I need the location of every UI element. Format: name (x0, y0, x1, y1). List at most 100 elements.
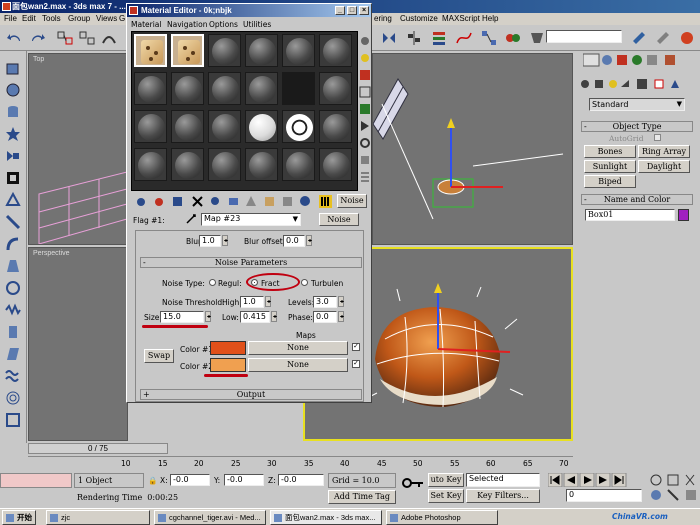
sunlight-button[interactable]: Sunlight (584, 160, 636, 173)
create-camera-icon[interactable] (4, 147, 22, 165)
blur-spinner[interactable] (222, 235, 228, 246)
menu-help[interactable]: Help (482, 13, 498, 25)
low-spinner[interactable] (271, 311, 277, 322)
mirror-icon[interactable] (380, 29, 398, 47)
sample-slot[interactable] (282, 34, 315, 67)
bind-spacewarp-icon[interactable] (100, 29, 118, 47)
create-sphere-icon[interactable] (4, 81, 22, 99)
sample-slot[interactable] (282, 110, 315, 143)
size-field[interactable]: 15.0 (160, 311, 204, 323)
add-time-tag-button[interactable]: Add Time Tag (328, 490, 396, 504)
taper-modifier-icon[interactable] (4, 257, 22, 275)
noise-parameters-rollout[interactable]: - Noise Parameters (140, 257, 362, 268)
sample-slot-active[interactable] (171, 34, 204, 67)
assign-material-icon[interactable] (171, 195, 184, 208)
key-icon[interactable] (402, 477, 424, 489)
menu-views[interactable]: Views (96, 13, 117, 25)
create-shape-icon[interactable] (4, 191, 22, 209)
time-slider[interactable]: 0 / 75 (28, 443, 168, 454)
output-rollout[interactable]: + Output (140, 389, 362, 400)
phase-spinner[interactable] (338, 311, 344, 322)
layer-manager-icon[interactable] (430, 29, 448, 47)
ripple-modifier-icon[interactable] (4, 389, 22, 407)
color2-map-button[interactable]: None (248, 358, 348, 372)
current-frame-field[interactable]: 0 (566, 489, 642, 502)
menu-create[interactable]: G (119, 13, 125, 25)
background-icon[interactable] (359, 68, 371, 82)
pick-material-icon[interactable] (185, 213, 197, 225)
color2-map-checkbox[interactable]: ✓ (352, 360, 360, 368)
show-map-icon[interactable] (263, 195, 276, 208)
daylight-button[interactable]: Daylight (638, 160, 690, 173)
color1-swatch[interactable] (210, 341, 246, 355)
turbulence-radio[interactable] (301, 279, 308, 286)
taskbar-item-media[interactable]: cgchannel_tiger.avi - Med... (154, 510, 266, 525)
blur-field[interactable]: 1.0 (199, 235, 221, 247)
sample-slot[interactable] (245, 34, 278, 67)
me-menu-navigation[interactable]: Navigation (167, 20, 207, 29)
sample-slot[interactable] (134, 110, 167, 143)
size-spinner[interactable] (205, 311, 211, 322)
start-button[interactable]: 开始 (2, 510, 36, 525)
sample-type-icon[interactable] (359, 34, 371, 48)
lock-selection-icon[interactable]: 🔒 (148, 476, 157, 485)
reset-map-icon[interactable] (191, 195, 204, 208)
viewport-top[interactable]: Top (28, 53, 128, 245)
curve-editor-icon[interactable] (455, 29, 473, 47)
object-type-rollout[interactable]: - Object Type (581, 121, 693, 132)
select-by-material-icon[interactable] (359, 153, 371, 167)
create-particles-icon[interactable] (4, 213, 22, 231)
z-coordinate-field[interactable]: -0.0 (278, 474, 324, 486)
biped-button[interactable]: Biped (584, 175, 636, 188)
redo-icon[interactable] (28, 29, 46, 47)
sample-slot[interactable] (245, 110, 278, 143)
noise-modifier-icon[interactable] (4, 301, 22, 319)
sample-slot[interactable] (208, 72, 241, 105)
menu-tools[interactable]: Tools (42, 13, 61, 25)
ring-array-button[interactable]: Ring Array (638, 145, 690, 158)
quick-render-icon[interactable] (630, 29, 648, 47)
menu-customize[interactable]: Customize (400, 13, 438, 25)
make-unique-icon[interactable] (209, 195, 222, 208)
category-select[interactable]: Standard ▼ (589, 98, 685, 111)
sample-slot[interactable] (282, 72, 315, 105)
render-type-select[interactable] (546, 30, 622, 43)
menu-maxscript[interactable]: MAXScript (442, 13, 480, 25)
activeshade-icon[interactable] (678, 29, 696, 47)
object-name-field[interactable]: Box01 (585, 209, 675, 221)
get-material-icon[interactable] (135, 195, 148, 208)
viewport-left[interactable]: Perspective (28, 247, 128, 441)
schematic-view-icon[interactable] (480, 29, 498, 47)
high-spinner[interactable] (265, 296, 271, 307)
xform-modifier-icon[interactable] (4, 411, 22, 429)
high-field[interactable]: 1.0 (240, 296, 264, 308)
menu-group[interactable]: Group (68, 13, 90, 25)
put-library-icon[interactable] (227, 195, 240, 208)
wave-modifier-icon[interactable] (4, 367, 22, 385)
align-icon[interactable] (405, 29, 423, 47)
video-color-check-icon[interactable] (359, 102, 371, 116)
x-coordinate-field[interactable]: -0.0 (170, 474, 210, 486)
bones-button[interactable]: Bones (584, 145, 636, 158)
sample-slot[interactable] (208, 148, 241, 181)
color2-swatch[interactable] (210, 358, 246, 372)
go-forward-sibling-icon[interactable] (319, 195, 332, 208)
key-filters-button[interactable]: Key Filters... (466, 489, 540, 503)
playback-controls[interactable] (548, 473, 646, 487)
create-box-icon[interactable] (4, 59, 22, 77)
taskbar-item-3dsmax[interactable]: 面包wan2.max - 3ds max... (270, 510, 382, 525)
auto-key-button[interactable]: uto Key (428, 473, 464, 487)
y-coordinate-field[interactable]: -0.0 (224, 474, 264, 486)
timeline-track[interactable]: 10 15 20 25 30 35 40 45 50 55 60 65 70 (28, 456, 573, 468)
taskbar-item-zjc[interactable]: zjc (46, 510, 150, 525)
sample-slot[interactable] (245, 148, 278, 181)
material-navigator-icon[interactable] (359, 170, 371, 184)
sample-slot[interactable] (134, 148, 167, 181)
sample-slot[interactable] (134, 72, 167, 105)
regular-radio[interactable] (209, 279, 216, 286)
menu-file[interactable]: File (4, 13, 17, 25)
phase-field[interactable]: 0.0 (313, 311, 337, 323)
backlight-icon[interactable] (359, 51, 371, 65)
blur-offset-field[interactable]: 0.0 (283, 235, 305, 247)
sample-uv-tiling-icon[interactable] (359, 85, 371, 99)
